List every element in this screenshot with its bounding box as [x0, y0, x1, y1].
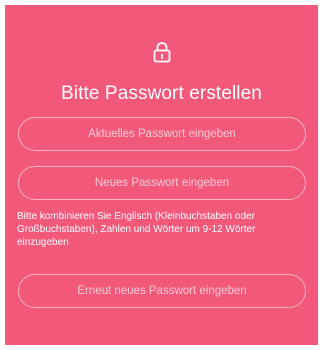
new-password-input[interactable]	[18, 166, 306, 200]
lock-icon	[153, 41, 171, 63]
password-rule-hint: Bitte kombinieren Sie Englisch (Kleinbuc…	[17, 211, 256, 248]
current-password-input[interactable]	[18, 117, 306, 151]
page-title: Bitte Passwort erstellen	[61, 83, 262, 104]
password-create-screen: Bitte Passwort erstellen Bitte kombinier…	[5, 5, 318, 345]
repeat-password-input[interactable]	[18, 274, 306, 308]
